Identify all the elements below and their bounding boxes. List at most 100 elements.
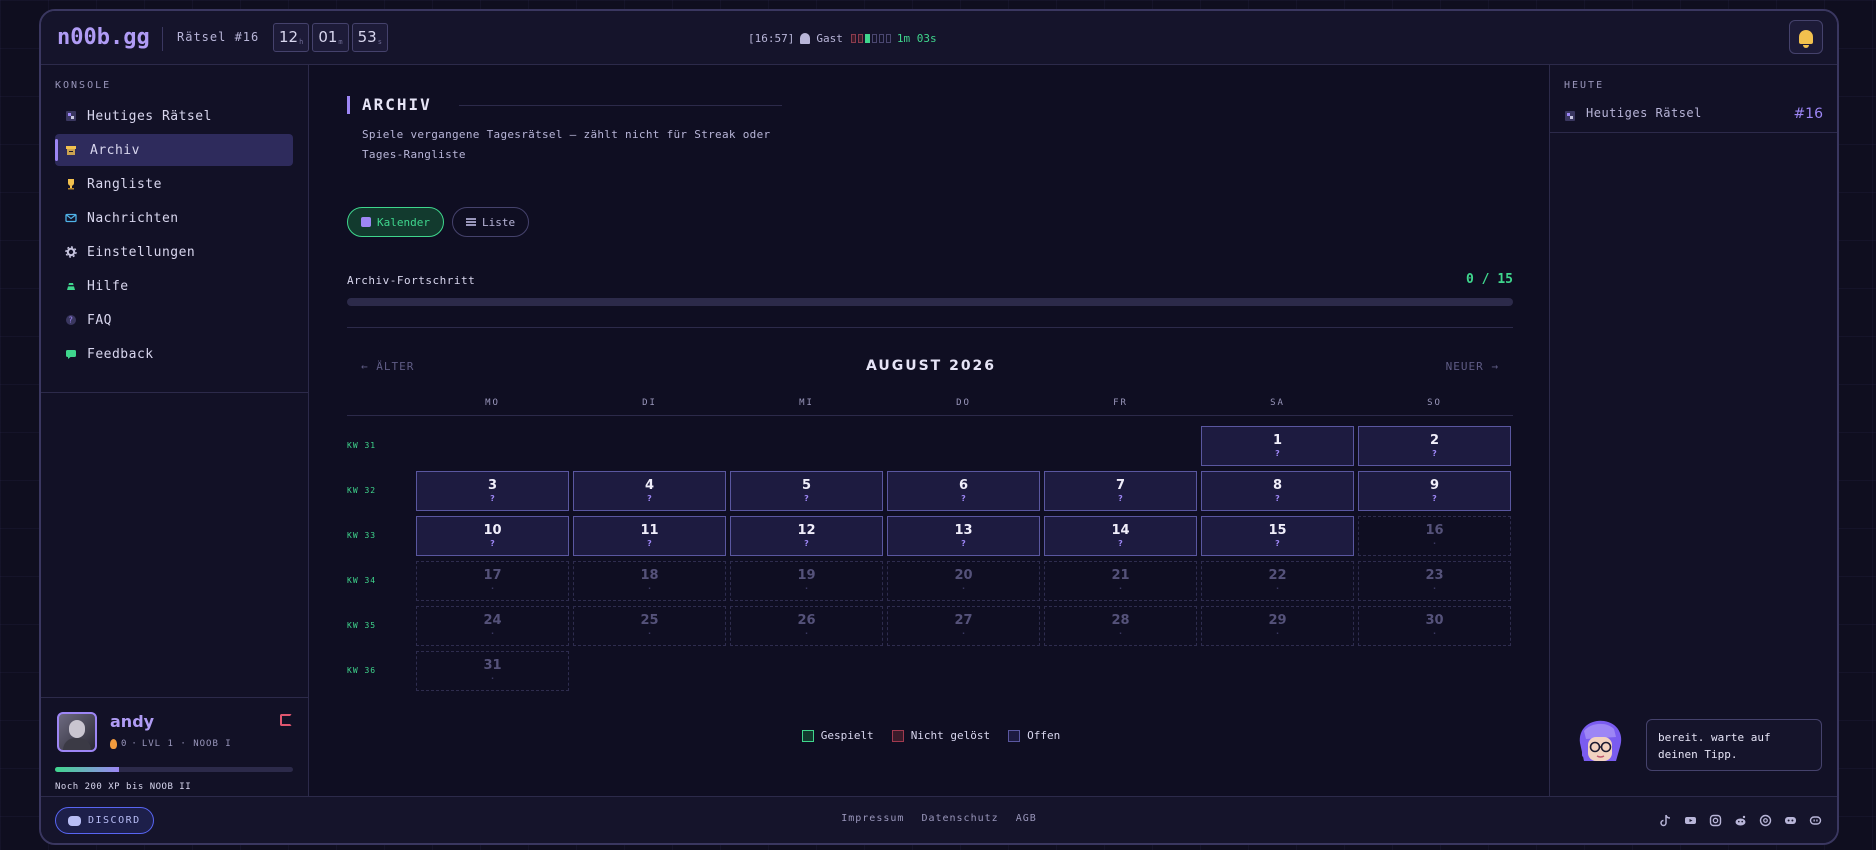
avatar[interactable] bbox=[57, 712, 97, 752]
list-view-button[interactable]: Liste bbox=[451, 207, 530, 237]
calendar-day-3[interactable]: 3? bbox=[416, 471, 569, 511]
sidebar-item-hilfe[interactable]: Hilfe bbox=[55, 270, 293, 302]
flame-icon bbox=[110, 739, 117, 749]
calendar-day-24: 24 · bbox=[416, 606, 569, 646]
calendar-day-15[interactable]: 15? bbox=[1201, 516, 1354, 556]
trophy-icon bbox=[65, 178, 77, 190]
question-icon: ? bbox=[65, 314, 77, 326]
legend-label: Gespielt bbox=[820, 729, 874, 742]
title-accent bbox=[347, 96, 350, 114]
mascot-speech-bubble: bereit. warte auf deinen Tipp. bbox=[1646, 719, 1822, 771]
twitch-icon[interactable] bbox=[1807, 812, 1823, 828]
week-number: KW 33 bbox=[347, 531, 377, 540]
legend-swatch bbox=[891, 729, 904, 742]
legend-item: Gespielt bbox=[801, 729, 874, 742]
calendar-day-5[interactable]: 5? bbox=[730, 471, 883, 511]
discord-icon[interactable] bbox=[1782, 812, 1798, 828]
xp-progress-bar bbox=[55, 767, 293, 772]
day-status-mark: ? bbox=[1118, 494, 1123, 503]
xp-progress-fill bbox=[55, 767, 120, 772]
mail-icon bbox=[65, 212, 77, 224]
list-view-label: Liste bbox=[481, 215, 516, 229]
user-name[interactable]: andy bbox=[110, 712, 154, 731]
day-number: 21 bbox=[1111, 568, 1130, 583]
sidebar-item-nachrichten[interactable]: Nachrichten bbox=[55, 202, 293, 234]
legend-label: Nicht gelöst bbox=[910, 729, 991, 742]
impressum-link[interactable]: Impressum bbox=[841, 813, 904, 824]
calendar-month: AUGUST 2026 bbox=[865, 358, 997, 374]
calendar-day-9[interactable]: 9? bbox=[1358, 471, 1511, 511]
content-divider bbox=[347, 327, 1513, 328]
calendar-day-12[interactable]: 12? bbox=[730, 516, 883, 556]
day-number: 16 bbox=[1425, 523, 1444, 538]
today-puzzle-link[interactable]: Heutiges Rätsel #16 bbox=[1550, 97, 1837, 133]
calendar-view-button[interactable]: Kalender bbox=[347, 207, 444, 237]
help-icon bbox=[65, 280, 77, 292]
calendar-day-14[interactable]: 14? bbox=[1044, 516, 1197, 556]
sidebar-item-rangliste[interactable]: Rangliste bbox=[55, 168, 293, 200]
calendar-day-10[interactable]: 10? bbox=[416, 516, 569, 556]
logout-icon[interactable] bbox=[280, 714, 292, 726]
calendar-day-8[interactable]: 8? bbox=[1201, 471, 1354, 511]
reddit-icon[interactable] bbox=[1732, 812, 1748, 828]
sidebar-item-einstellungen[interactable]: Einstellungen bbox=[55, 236, 293, 268]
page-description: Spiele vergangene Tagesrätsel — zählt ni… bbox=[362, 128, 771, 161]
calendar-view-label: Kalender bbox=[377, 215, 430, 229]
datenschutz-link[interactable]: Datenschutz bbox=[921, 813, 998, 824]
chat-icon bbox=[65, 348, 77, 360]
calendar-day-4[interactable]: 4? bbox=[573, 471, 726, 511]
calendar-day-19: 19 · bbox=[730, 561, 883, 601]
calendar-day-2[interactable]: 2? bbox=[1358, 426, 1511, 466]
day-number: 26 bbox=[797, 613, 816, 628]
sidebar-item-archiv[interactable]: Archiv bbox=[55, 134, 293, 166]
sidebar-nav: Heutiges Rätsel Archiv Rangliste Nachrichte… bbox=[55, 100, 293, 372]
day-number: 11 bbox=[640, 523, 659, 538]
newer-button[interactable]: NEUER → bbox=[1446, 360, 1499, 373]
logo[interactable]: n00b.gg bbox=[57, 25, 150, 50]
sidebar-item-faq[interactable]: ? FAQ bbox=[55, 304, 293, 336]
day-status-mark: · bbox=[804, 584, 809, 593]
page-title: ARCHIV bbox=[362, 95, 432, 114]
sidebar-item-label: Nachrichten bbox=[87, 210, 179, 226]
sidebar-item-label: Rangliste bbox=[87, 176, 162, 192]
status-time: [16:57] bbox=[748, 32, 795, 45]
youtube-icon[interactable] bbox=[1682, 812, 1698, 828]
timer-seconds: 53 s bbox=[351, 23, 388, 52]
instagram-icon[interactable] bbox=[1707, 812, 1723, 828]
session-status: [16:57] Gast 1m 03s bbox=[748, 32, 937, 45]
day-number: 4 bbox=[644, 478, 655, 493]
progress-bar bbox=[347, 298, 1513, 306]
today-label: Heutiges Rätsel bbox=[1586, 106, 1702, 120]
week-number: KW 31 bbox=[347, 441, 377, 450]
view-toggle: Kalender Liste bbox=[347, 207, 530, 237]
sidebar-item-label: Einstellungen bbox=[87, 244, 196, 260]
tiktok-icon[interactable] bbox=[1657, 812, 1673, 828]
status-user: Gast bbox=[816, 32, 843, 45]
day-number: 29 bbox=[1268, 613, 1287, 628]
calendar-day-20: 20 · bbox=[887, 561, 1040, 601]
day-status-mark: ? bbox=[804, 494, 809, 503]
calendar-day-13[interactable]: 13? bbox=[887, 516, 1040, 556]
calendar-day-6[interactable]: 6? bbox=[887, 471, 1040, 511]
sidebar-item-heutiges-rätsel[interactable]: Heutiges Rätsel bbox=[55, 100, 293, 132]
day-status-mark: ? bbox=[1432, 494, 1437, 503]
app-frame: n00b.gg Rätsel #16 12 h 01 m 53 s [16:57] G… bbox=[39, 9, 1839, 845]
threads-icon[interactable] bbox=[1757, 812, 1773, 828]
calendar-day-1[interactable]: 1? bbox=[1201, 426, 1354, 466]
streak-count: 0 bbox=[121, 739, 128, 749]
week-number: KW 36 bbox=[347, 666, 377, 675]
day-status-mark: · bbox=[804, 629, 809, 638]
calendar-day-11[interactable]: 11? bbox=[573, 516, 726, 556]
agb-link[interactable]: AGB bbox=[1016, 813, 1037, 824]
calendar-day-29: 29 · bbox=[1201, 606, 1354, 646]
day-status-mark: · bbox=[647, 584, 652, 593]
countdown-timer: 12 h 01 m 53 s bbox=[273, 23, 388, 52]
notifications-button[interactable] bbox=[1789, 20, 1823, 54]
calendar-day-27: 27 · bbox=[887, 606, 1040, 646]
header-divider bbox=[162, 27, 163, 51]
calendar-day-26: 26 · bbox=[730, 606, 883, 646]
day-status-mark: ? bbox=[961, 539, 966, 548]
xp-remaining: Noch 200 XP bis NOOB II bbox=[55, 782, 192, 792]
sidebar-item-feedback[interactable]: Feedback bbox=[55, 338, 293, 370]
calendar-day-7[interactable]: 7? bbox=[1044, 471, 1197, 511]
